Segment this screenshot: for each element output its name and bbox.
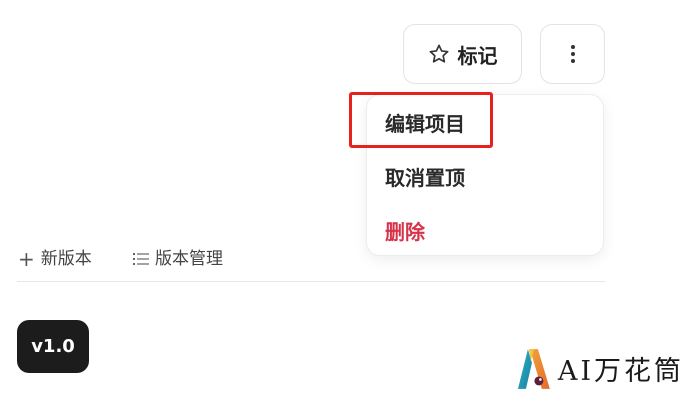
toolbar-divider: [17, 281, 605, 282]
version-management-button[interactable]: 版本管理: [133, 246, 223, 272]
watermark-text: AI万花筒: [557, 355, 684, 387]
options-dropdown-menu: 编辑项目 取消置顶 删除: [366, 94, 604, 256]
new-version-label: 新版本: [40, 249, 92, 269]
vertical-dots-icon: [570, 45, 575, 63]
mark-button-label: 标记: [457, 43, 498, 68]
list-icon: [133, 253, 149, 265]
mark-button[interactable]: 标记: [403, 24, 522, 84]
menu-item-edit-project[interactable]: 编辑项目: [385, 111, 465, 137]
plus-icon: +: [18, 247, 35, 271]
version-management-label: 版本管理: [155, 249, 223, 269]
watermark: AI万花筒: [514, 344, 684, 392]
more-options-button[interactable]: [540, 24, 605, 84]
watermark-logo-icon: [517, 349, 550, 389]
star-icon: [429, 44, 448, 63]
version-badge[interactable]: v1.0: [17, 320, 89, 373]
menu-item-delete[interactable]: 删除: [385, 219, 425, 245]
new-version-button[interactable]: + 新版本: [18, 246, 92, 272]
menu-item-unpin[interactable]: 取消置顶: [385, 165, 465, 191]
page: 标记 编辑项目 取消置顶 删除 + 新版本 版本管理 v1.0 AI万花筒: [0, 0, 696, 400]
